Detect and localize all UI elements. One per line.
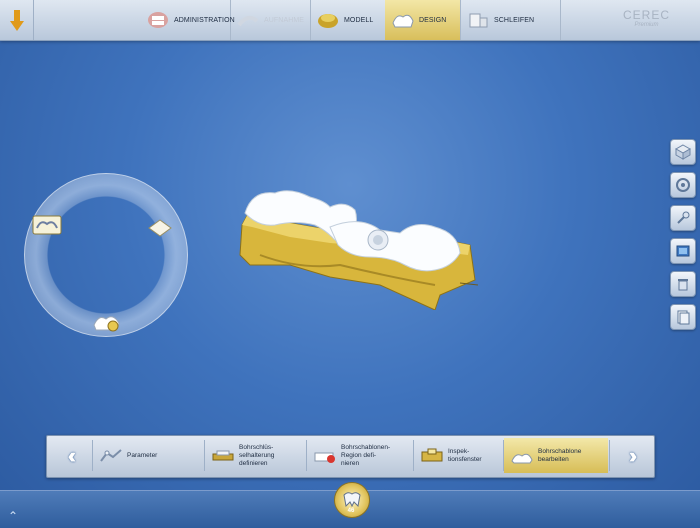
- phase-modell[interactable]: MODELL: [310, 0, 386, 40]
- step-edit-drill-template[interactable]: Bohrschablone bearbeiten: [504, 438, 608, 473]
- screenshot-icon: [676, 245, 690, 257]
- camera-icon: [237, 15, 259, 27]
- buccal-view-icon[interactable]: [31, 214, 63, 236]
- brand-name: CEREC: [622, 8, 670, 22]
- phase-bar: ADMINISTRATION AUFNAHME MODELL DESIGN SC…: [0, 0, 700, 41]
- documents-icon: [677, 310, 690, 325]
- step-label: Inspek- tionsfenster: [448, 447, 482, 463]
- step-label: Bohrschlüs- selhalterung definieren: [239, 443, 275, 467]
- inspection-window-icon: [421, 448, 443, 461]
- brand-edition: Premium: [634, 22, 659, 28]
- documents-button[interactable]: [670, 304, 696, 330]
- chevron-up-icon[interactable]: ⌃: [8, 509, 18, 523]
- model-icon: [318, 14, 338, 28]
- double-chevron-left-icon: ‹‹: [67, 442, 76, 468]
- previous-steps-button[interactable]: ‹‹: [49, 438, 89, 473]
- double-chevron-right-icon: ››: [628, 442, 637, 468]
- edit-template-icon: [511, 453, 533, 463]
- tooth-icon: [343, 492, 361, 508]
- phase-schleifen[interactable]: SCHLEIFEN: [460, 0, 561, 40]
- view-orientation-ring[interactable]: [24, 173, 188, 337]
- administration-icon: [148, 12, 168, 28]
- occlusal-view-icon[interactable]: [147, 218, 173, 238]
- tools-button[interactable]: [670, 205, 696, 231]
- phase-design[interactable]: DESIGN: [385, 0, 461, 40]
- phase-administration[interactable]: ADMINISTRATION: [140, 0, 235, 40]
- step-template-region[interactable]: Bohrschablonen- Region defi- nieren: [307, 438, 412, 473]
- milling-icon: [469, 13, 488, 28]
- phase-aufnahme: AUFNAHME: [230, 0, 311, 40]
- cerec-logo: CEREC Premium: [623, 8, 670, 28]
- trash-icon: [678, 279, 688, 291]
- rotate-view-button[interactable]: [670, 172, 696, 198]
- phase-label: MODELL: [344, 16, 374, 24]
- tools-icon: [677, 211, 690, 224]
- step-label: Bohrschablone bearbeiten: [538, 447, 582, 463]
- back-arrow-icon: [9, 10, 24, 31]
- cube-view-icon: [675, 144, 691, 160]
- step-drill-key-holder[interactable]: Bohrschlüs- selhalterung definieren: [205, 438, 305, 473]
- tooth-number: 46: [347, 508, 355, 514]
- trash-button[interactable]: [670, 271, 696, 297]
- rotate-view-icon: [676, 178, 690, 192]
- phase-label: DESIGN: [419, 16, 447, 24]
- phase-label: SCHLEIFEN: [494, 16, 535, 24]
- phase-label: AUFNAHME: [264, 16, 305, 24]
- drill-template-3d-model[interactable]: [230, 185, 480, 310]
- design-icon: [392, 14, 414, 28]
- parameter-icon: [100, 448, 122, 462]
- step-parameter[interactable]: Parameter: [93, 438, 203, 473]
- step-inspection-window[interactable]: Inspek- tionsfenster: [414, 438, 502, 473]
- cube-view-button[interactable]: [670, 139, 696, 165]
- step-label: Bohrschablonen- Region defi- nieren: [341, 443, 391, 467]
- next-steps-button[interactable]: ››: [610, 438, 650, 473]
- phase-label: ADMINISTRATION: [174, 16, 235, 24]
- lingual-view-icon[interactable]: [91, 311, 123, 333]
- step-label: Parameter: [127, 451, 158, 459]
- design-step-bar: ‹‹ Parameter Bohrschlüs- selhalterung de…: [46, 435, 655, 478]
- drill-key-icon: [212, 450, 234, 460]
- template-region-icon: [314, 452, 335, 463]
- screenshot-button[interactable]: [670, 238, 696, 264]
- back-button[interactable]: [0, 0, 34, 40]
